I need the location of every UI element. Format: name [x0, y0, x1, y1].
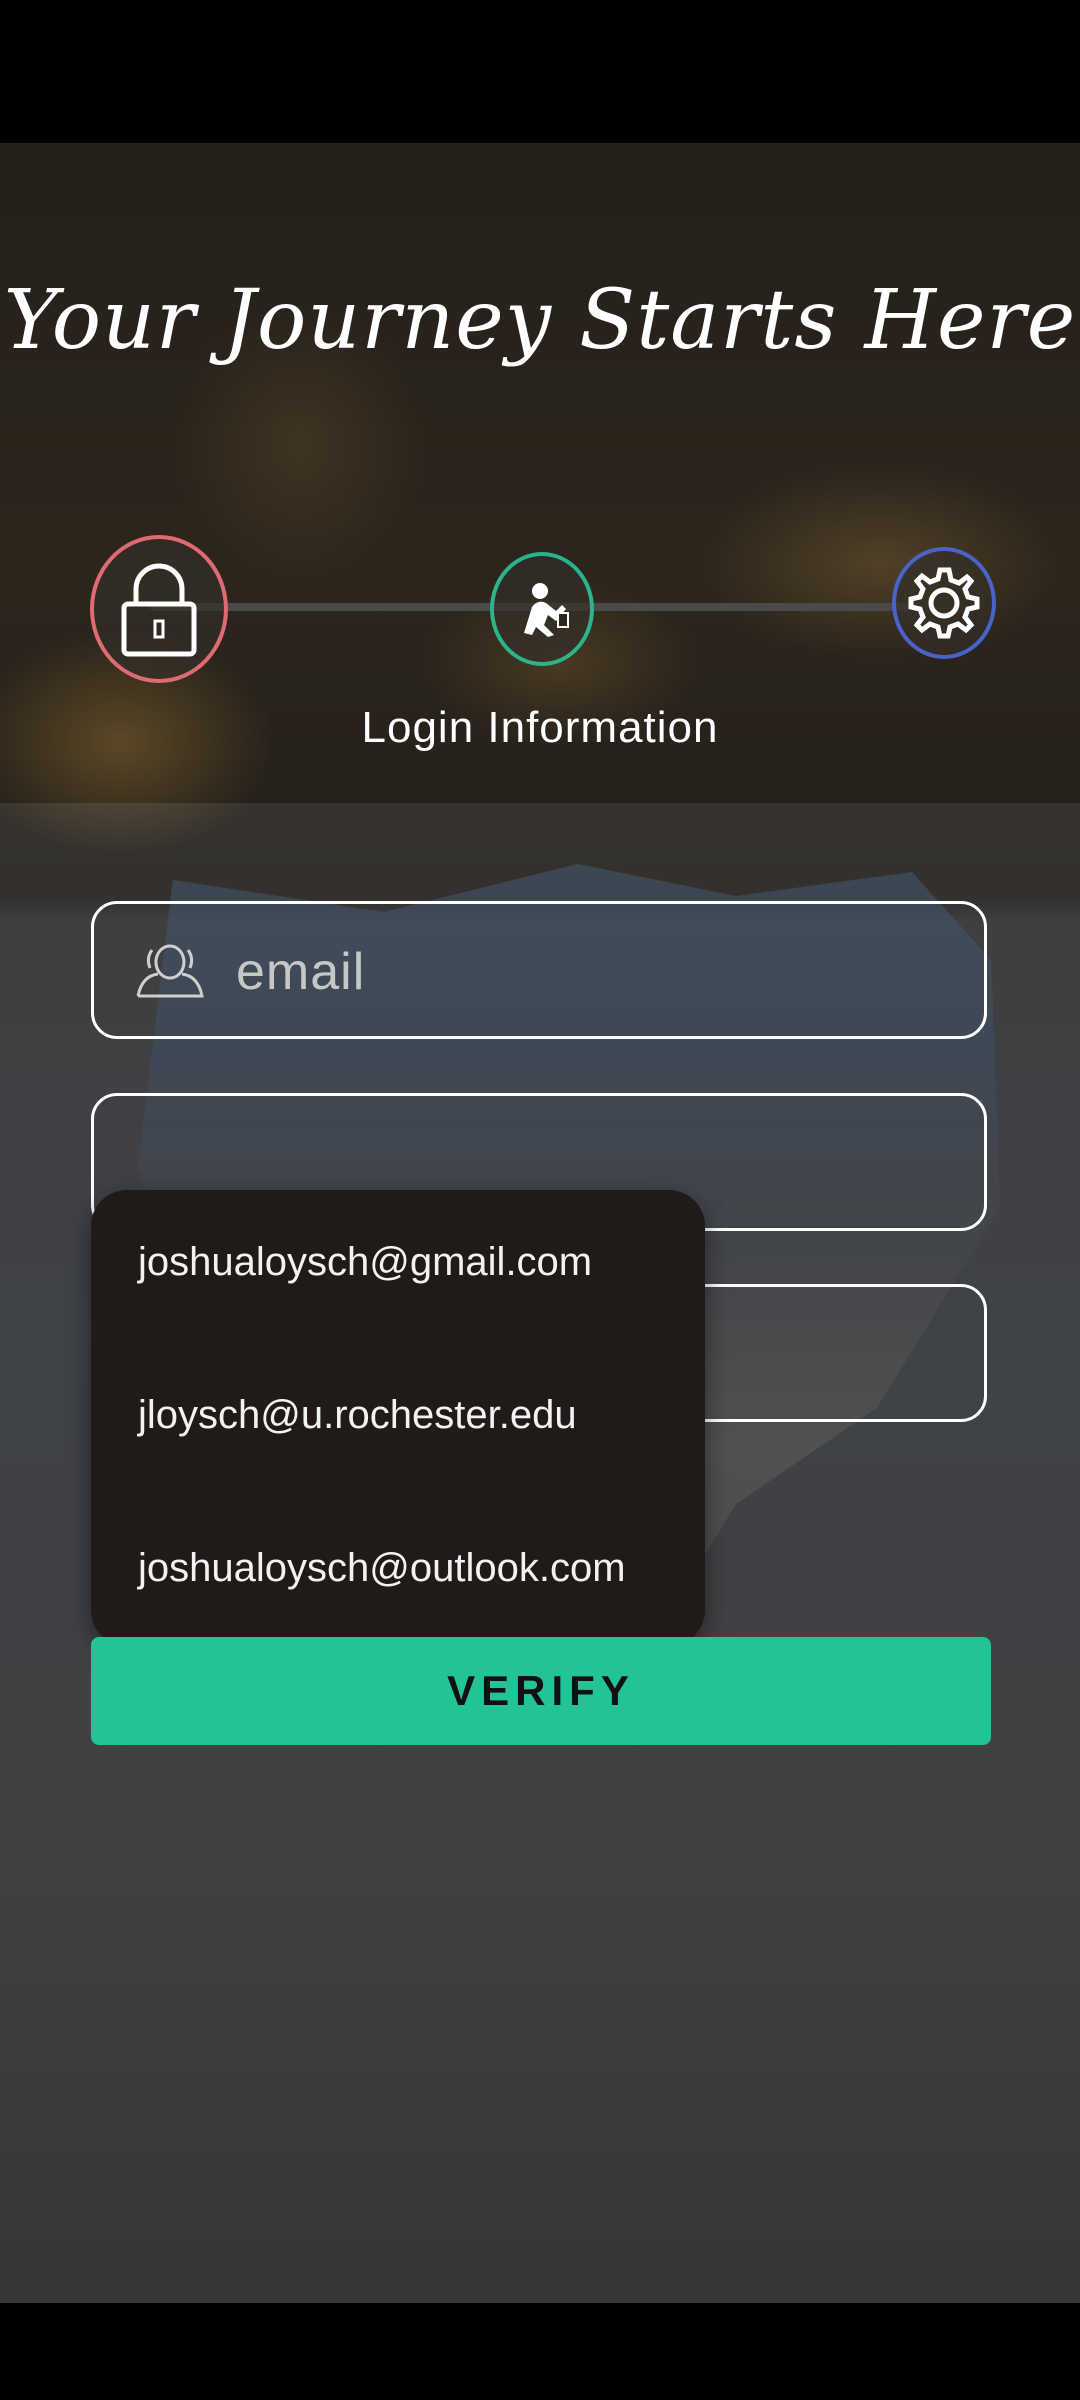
step-login[interactable]: [90, 535, 228, 683]
verify-button[interactable]: VERIFY: [91, 1637, 991, 1745]
step-settings[interactable]: [892, 547, 996, 659]
fitness-person-icon: [524, 583, 569, 637]
step-profile[interactable]: [490, 552, 594, 666]
autocomplete-option[interactable]: joshualoysch@outlook.com: [138, 1546, 626, 1591]
email-autocomplete-dropdown: joshualoysch@gmail.com jloysch@u.rochest…: [91, 1190, 705, 1646]
autocomplete-option[interactable]: joshualoysch@gmail.com: [138, 1240, 592, 1285]
email-field[interactable]: [91, 901, 987, 1039]
page-title: Your Journey Starts Here: [3, 273, 1077, 368]
user-icon: [132, 940, 208, 1005]
autocomplete-option[interactable]: jloysch@u.rochester.edu: [138, 1393, 577, 1438]
app-screen: Your Journey Starts Here Login Informati…: [0, 143, 1080, 2303]
lock-icon: [121, 563, 197, 657]
gear-icon: [908, 567, 980, 639]
current-step-label: Login Information: [361, 703, 719, 752]
email-input[interactable]: [234, 926, 938, 1018]
